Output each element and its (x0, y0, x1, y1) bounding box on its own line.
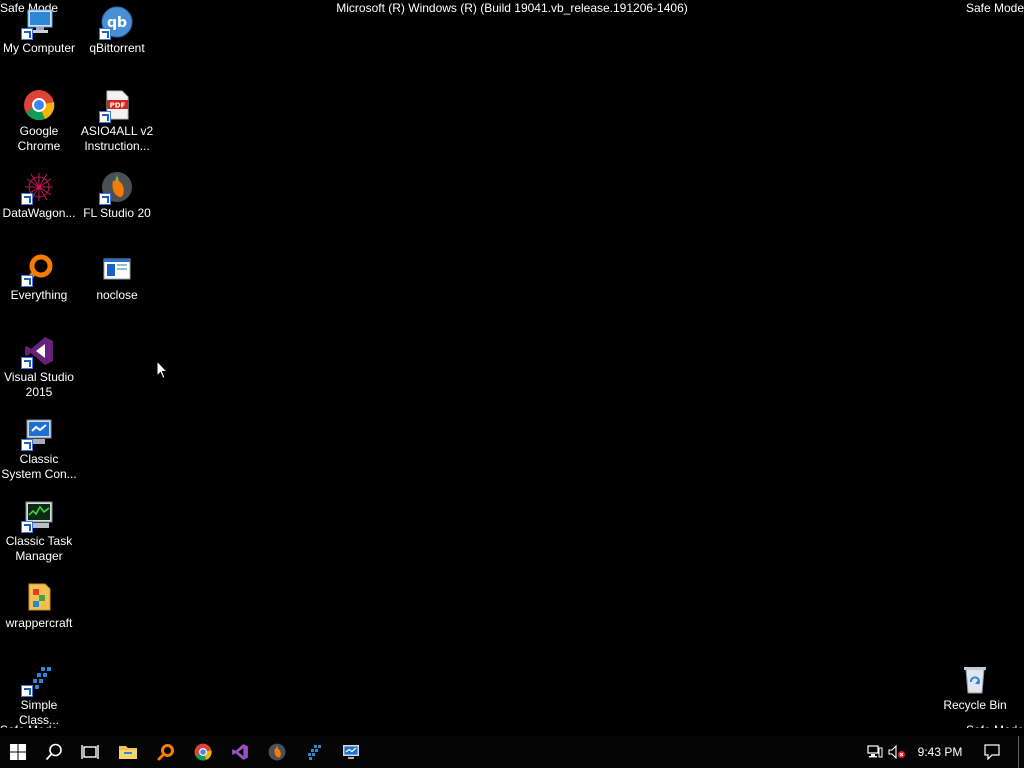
system-tray (864, 736, 908, 768)
safe-mode-label: Safe Mode (965, 1, 1024, 15)
chrome-icon (194, 743, 212, 761)
start-button[interactable] (0, 736, 36, 768)
start-icon (10, 744, 26, 760)
desktop-icon-google-chrome[interactable]: Google Chrome (0, 89, 78, 154)
monitor-icon (343, 745, 359, 759)
volume-muted-icon (888, 745, 906, 759)
desktop-icon-asio4all-pdf[interactable]: PDF ASIO4ALL v2 Instruction... (78, 89, 156, 154)
taskbar-visual-studio-button[interactable] (222, 736, 258, 768)
desktop-icon-everything[interactable]: Everything (0, 253, 78, 303)
everything-icon (21, 253, 55, 287)
qbittorrent-icon: qb (99, 6, 133, 40)
search-button[interactable] (36, 736, 72, 768)
task-view-button[interactable] (72, 736, 108, 768)
folder-icon (23, 581, 55, 613)
desktop-icon-my-computer[interactable]: My Computer (0, 6, 78, 56)
computer-icon (21, 6, 55, 40)
desktop-icon-noclose[interactable]: noclose (78, 253, 156, 303)
network-button[interactable] (864, 736, 886, 768)
desktop-icon-datawagon[interactable]: DataWagon... (0, 171, 78, 221)
app-icon (308, 745, 321, 760)
action-center-button[interactable] (974, 736, 1010, 768)
taskbar-clock[interactable]: 9:43 PM (910, 744, 970, 760)
control-panel-icon (21, 417, 55, 451)
mouse-pointer-icon (156, 359, 169, 380)
file-explorer-button[interactable] (110, 736, 146, 768)
fl-studio-icon (99, 171, 133, 205)
desktop[interactable]: Safe Mode Microsoft (R) Windows (R) (Bui… (0, 0, 1024, 728)
taskbar-chrome-button[interactable] (185, 736, 221, 768)
chrome-icon (23, 89, 55, 121)
window-icon (101, 253, 133, 285)
desktop-icon-qbittorrent[interactable]: qb qBittorrent (78, 6, 156, 56)
desktop-icon-classic-system-control[interactable]: Classic System Con... (0, 417, 78, 482)
taskbar-fl-studio-button[interactable] (259, 736, 295, 768)
desktop-icon-simple-class[interactable]: Simple Class... (0, 663, 78, 728)
network-icon (867, 745, 883, 758)
fl-studio-icon (268, 743, 286, 761)
datawagon-icon (21, 171, 55, 205)
desktop-icon-wrappercraft[interactable]: wrappercraft (0, 581, 78, 631)
svg-text:PDF: PDF (110, 102, 126, 110)
task-manager-icon (21, 499, 55, 533)
visual-studio-icon (21, 335, 55, 369)
file-explorer-icon (119, 746, 137, 759)
desktop-icon-recycle-bin[interactable]: Recycle Bin (936, 663, 1014, 713)
visual-studio-icon (232, 744, 248, 760)
everything-icon (157, 744, 174, 761)
pdf-icon: PDF (99, 89, 133, 123)
taskbar-app-button[interactable] (296, 736, 332, 768)
search-icon (45, 743, 62, 761)
simple-class-icon (21, 663, 55, 697)
desktop-icon-classic-task-manager[interactable]: Classic Task Manager (0, 499, 78, 564)
desktop-icon-fl-studio[interactable]: FL Studio 20 (78, 171, 156, 221)
taskbar: 9:43 PM (0, 736, 1024, 768)
volume-button[interactable] (886, 736, 908, 768)
action-center-icon (984, 744, 1000, 760)
recycle-bin-icon (959, 663, 991, 695)
desktop-icon-visual-studio-2015[interactable]: Visual Studio 2015 (0, 335, 78, 400)
show-desktop-button[interactable] (1018, 736, 1019, 768)
taskbar-monitor-button[interactable] (333, 736, 369, 768)
taskbar-everything-button[interactable] (148, 736, 184, 768)
safe-mode-label: Safe Mode (966, 723, 1024, 728)
task-view-icon (81, 745, 99, 759)
